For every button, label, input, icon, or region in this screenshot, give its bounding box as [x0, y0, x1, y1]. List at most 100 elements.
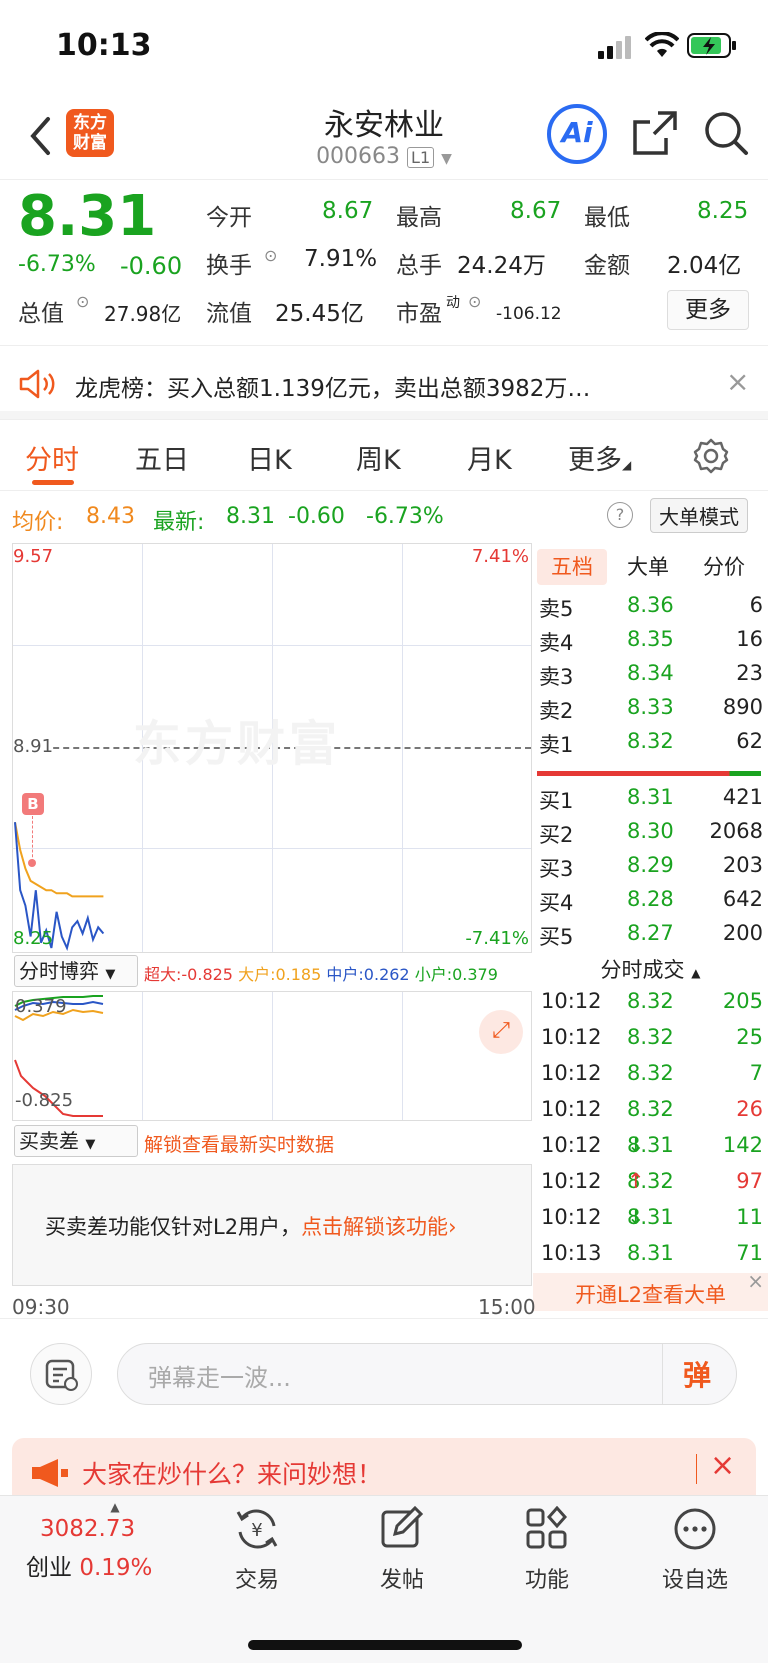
axis-top-label: 0.379 — [15, 996, 67, 1017]
ask-row-2: 卖2 8.33 890 — [539, 695, 763, 723]
tab-price-distribution[interactable]: 分价 — [689, 549, 759, 585]
avg-value: 8.43 — [86, 504, 135, 529]
buy-sell-diff-panel: 买卖差 ▼ 解锁查看最新实时数据 买卖差功能仅针对L2用户，点击解锁该功能› — [12, 1122, 532, 1294]
nav-trade-label: 交易 — [234, 1568, 279, 1593]
tab-intraday[interactable]: 分时 — [25, 438, 79, 477]
divider — [662, 1344, 663, 1404]
bid-row-3: 买3 8.29 203 — [539, 853, 763, 881]
tab-big-orders[interactable]: 大单 — [613, 549, 683, 585]
pct-bottom-label: -7.41% — [465, 928, 529, 949]
speaker-icon — [19, 369, 55, 399]
turnover-value: 7.91% — [304, 246, 378, 272]
tab-daily-k[interactable]: 日K — [247, 438, 292, 477]
tab-more[interactable]: 更多◢ — [568, 438, 631, 477]
amount-value: 2.04亿 — [667, 253, 742, 279]
close-icon[interactable]: × — [726, 365, 749, 398]
axis-bottom-label: -0.825 — [15, 1090, 74, 1111]
index-ticker[interactable]: ▲ 3082.73 创业 0.19% — [26, 1500, 180, 1582]
latest-value: 8.31 — [226, 504, 275, 529]
nav-functions[interactable]: 功能 — [497, 1505, 597, 1594]
info-icon[interactable]: ⊙ — [76, 292, 89, 311]
nav-add-watchlist[interactable]: 设自选 — [645, 1506, 745, 1594]
danmu-input[interactable]: 弹幕走一波... 弹 — [117, 1343, 737, 1405]
buy-marker-dot — [28, 859, 36, 867]
trade-row-8: 10:13 8.31 71 — [541, 1241, 763, 1265]
nav-trade[interactable]: ¥ 交易 — [207, 1506, 307, 1594]
price-summary-row: 均价: 8.43 最新: 8.31 -0.60 -6.73% ? 大单模式 — [0, 492, 768, 542]
bid-row-1: 买1 8.31 421 — [539, 785, 763, 813]
ai-assistant-button[interactable]: Ai — [547, 104, 607, 164]
expand-icon[interactable]: ⤢ — [479, 1010, 523, 1054]
close-icon[interactable]: × — [747, 1269, 764, 1293]
danmu-send-button[interactable]: 弹 — [683, 1354, 711, 1394]
period-tabs: 分时 五日 日K 周K 月K 更多◢ — [0, 419, 768, 491]
tab-weekly-k[interactable]: 周K — [356, 438, 401, 477]
divider — [696, 1454, 697, 1484]
bid-row-5: 买5 8.27 200 — [539, 921, 763, 949]
l2-upsell[interactable]: 开通L2查看大单 × — [533, 1269, 768, 1311]
danmu-toggle[interactable] — [30, 1343, 92, 1405]
open-label: 今开 — [206, 205, 252, 231]
tab-five-day[interactable]: 五日 — [135, 438, 189, 477]
index-pct: 0.19% — [79, 1555, 153, 1581]
bsd-select[interactable]: 买卖差 ▼ — [14, 1125, 138, 1157]
trade-row-1: 10:12 8.32 205 — [541, 989, 763, 1013]
tab-five-levels[interactable]: 五档 — [537, 549, 607, 585]
comment-settings-icon — [45, 1359, 78, 1391]
stock-code: 000663 — [316, 144, 401, 169]
big-order-mode-button[interactable]: 大单模式 — [650, 498, 748, 533]
tab-indicator — [32, 480, 74, 485]
battery-icon — [687, 33, 736, 58]
intraday-chart[interactable]: 东方财富 9.57 8.91 8.25 7.41% -7.41% B — [12, 543, 532, 953]
nav-post-label: 发帖 — [379, 1568, 424, 1593]
trade-row-4: 10:12 8.32 26 — [541, 1097, 763, 1121]
close-icon[interactable]: × — [710, 1448, 735, 1483]
bsd-message: 买卖差功能仅针对L2用户，点击解锁该功能› — [45, 1215, 457, 1239]
trades-title[interactable]: 分时成交 ▲ — [533, 953, 768, 987]
low-value: 8.25 — [697, 198, 749, 224]
latest-label: 最新: — [153, 510, 205, 535]
svg-text:¥: ¥ — [251, 1520, 262, 1541]
nav-post[interactable]: 发帖 — [352, 1505, 452, 1594]
tab-monthly-k[interactable]: 月K — [467, 438, 512, 477]
grid-apps-icon — [526, 1505, 568, 1549]
indicator-chart[interactable]: 0.379 -0.825 ⤢ — [12, 991, 532, 1121]
volume-label: 总手 — [396, 253, 442, 279]
pe-value: -106.12 — [496, 304, 562, 324]
settings-gear-icon[interactable] — [693, 438, 729, 474]
change-pct: -6.73% — [18, 252, 96, 277]
index-name: 创业 — [26, 1555, 72, 1581]
search-icon[interactable] — [703, 110, 749, 156]
nav-functions-label: 功能 — [524, 1568, 569, 1593]
danmu-placeholder: 弹幕走一波... — [148, 1364, 291, 1392]
volume-value: 24.24万 — [457, 253, 546, 279]
trade-row-5: 10:12 8.31 ↓ 142 — [541, 1133, 763, 1157]
notice-text: 龙虎榜：买入总额1.139亿元，卖出总额3982万… — [75, 376, 591, 402]
unlock-link[interactable]: 点击解锁该功能 — [301, 1215, 448, 1239]
level-badge: L1 — [407, 146, 435, 168]
y-top-label: 9.57 — [13, 546, 54, 567]
unlock-hint[interactable]: 解锁查看最新实时数据 — [144, 1130, 334, 1157]
info-icon[interactable]: ⊙ — [468, 292, 481, 311]
more-dots-icon — [674, 1508, 716, 1550]
info-icon[interactable]: ⊙ — [264, 246, 277, 265]
float-cap-label: 流值 — [206, 301, 252, 327]
trade-row-7: 10:12 8.31 ↓ 11 — [541, 1205, 763, 1229]
notice-bar[interactable]: 龙虎榜：买入总额1.139亿元，卖出总额3982万… × — [0, 347, 768, 419]
ask-row-4: 卖4 8.35 16 — [539, 627, 763, 655]
trade-row-6: 10:12 8.32 ↑ 97 — [541, 1169, 763, 1193]
help-icon[interactable]: ? — [607, 502, 633, 528]
buy-marker[interactable]: B — [22, 793, 44, 815]
bottom-toolbar: ▲ 3082.73 创业 0.19% ¥ 交易 发帖 功能 设自选 — [0, 1495, 768, 1663]
more-button[interactable]: 更多 — [667, 290, 749, 330]
indicator-select[interactable]: 分时博弈 ▼ — [14, 955, 138, 987]
status-bar: 10:13 — [0, 0, 768, 92]
bid-row-4: 买4 8.28 642 — [539, 887, 763, 915]
x-start-label: 09:30 — [12, 1295, 70, 1319]
banner-text: 大家在炒什么？来问妙想！ — [82, 1460, 383, 1489]
trade-row-3: 10:12 8.32 7 — [541, 1061, 763, 1085]
price-plot — [14, 822, 105, 952]
share-icon[interactable] — [632, 110, 678, 156]
wifi-icon — [645, 32, 679, 57]
order-book: 五档 大单 分价 卖5 8.36 6 卖4 8.35 16 卖3 8.34 23 卖2 8.3… — [533, 543, 768, 953]
